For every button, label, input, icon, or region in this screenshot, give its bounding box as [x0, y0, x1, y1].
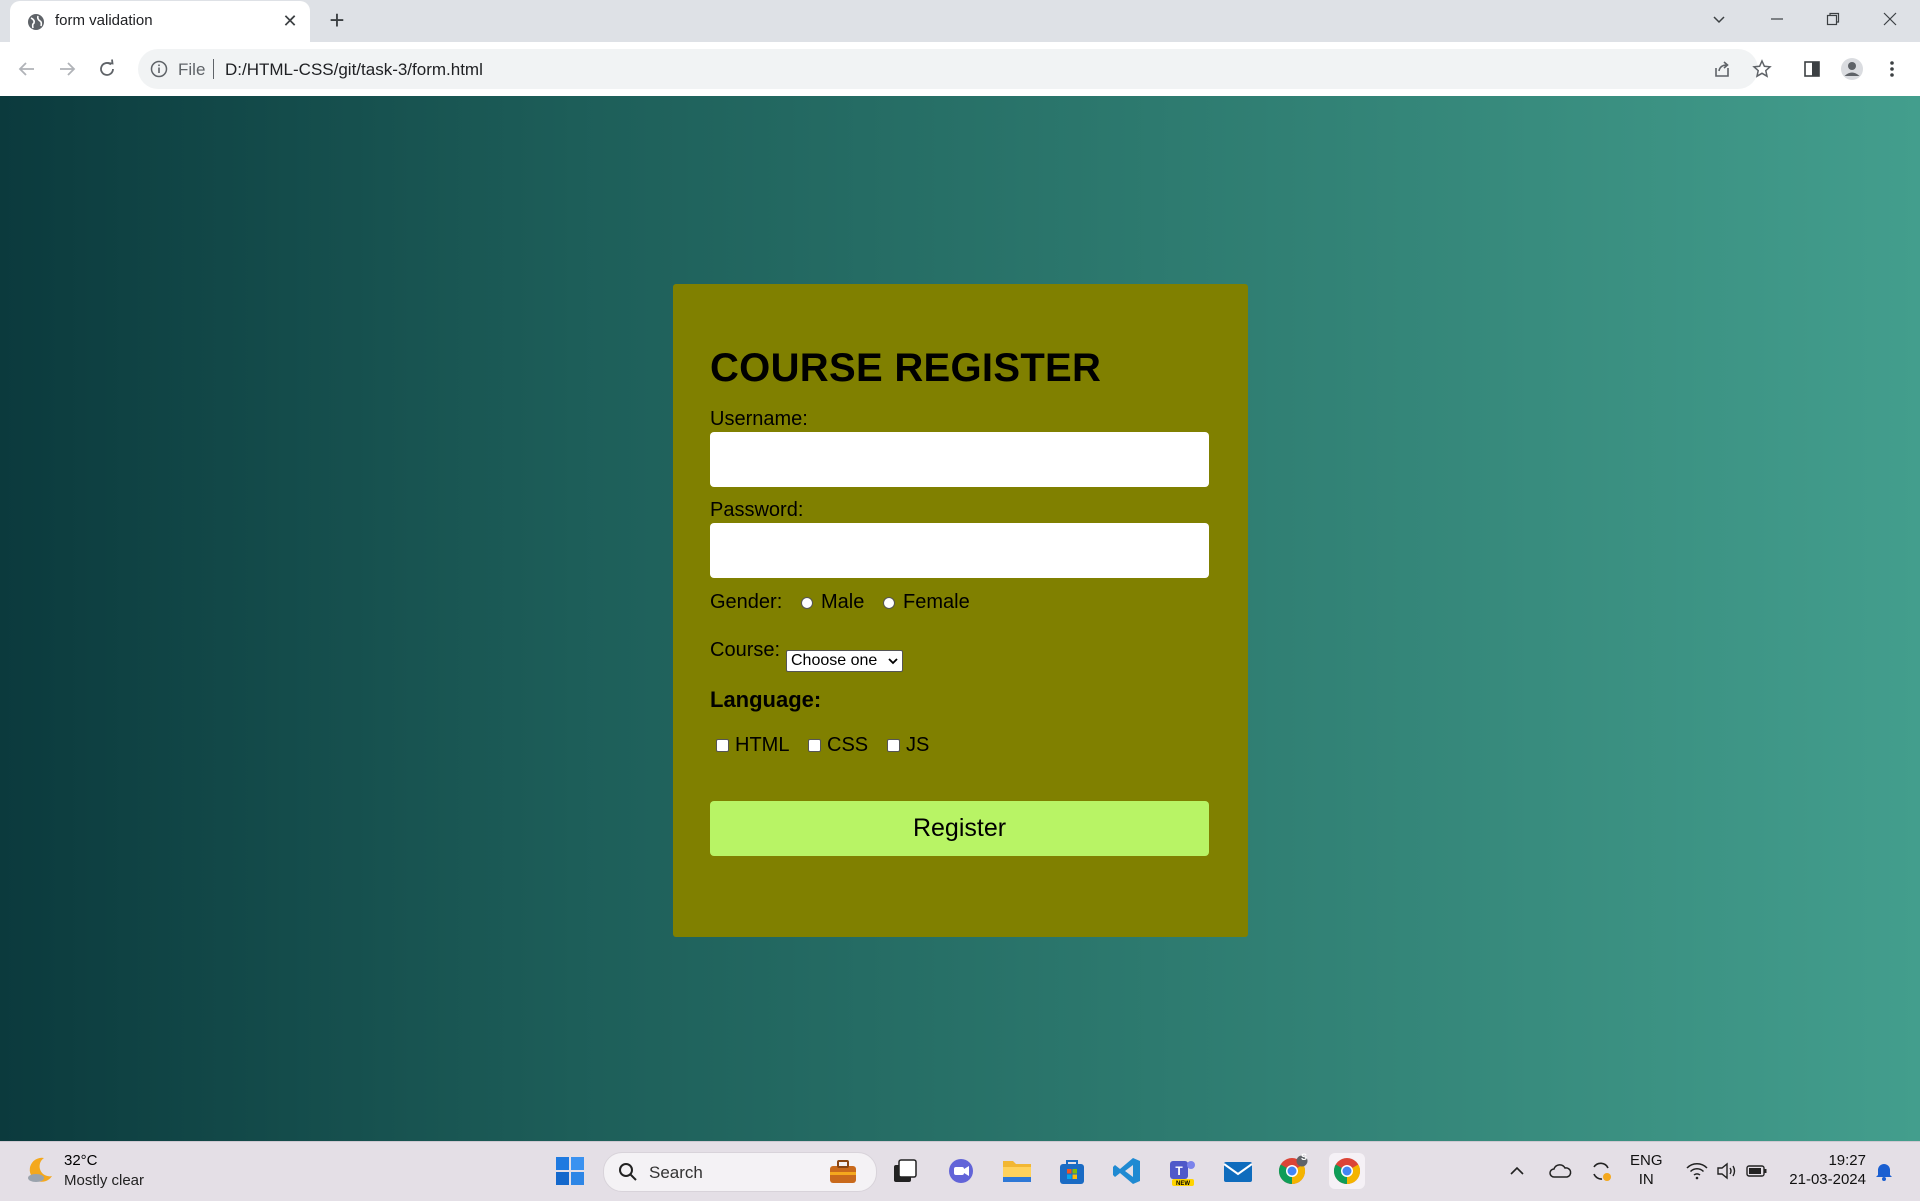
microsoft-store-icon[interactable] [1054, 1153, 1090, 1189]
address-separator [213, 59, 214, 79]
svg-text:T: T [1175, 1164, 1183, 1178]
register-form-card: COURSE REGISTER Username: Password: Gend… [673, 284, 1248, 937]
tray-overflow-chevron-icon[interactable] [1505, 1153, 1529, 1189]
reload-button[interactable] [92, 54, 122, 84]
bookmark-star-icon[interactable] [1748, 55, 1776, 83]
browser-toolbar: File D:/HTML-CSS/git/task-3/form.html [0, 42, 1920, 97]
gender-label: Gender: [710, 591, 783, 613]
vscode-icon[interactable] [1109, 1153, 1145, 1189]
back-button[interactable] [12, 54, 42, 84]
briefcase-icon [830, 1160, 856, 1183]
password-input[interactable] [710, 523, 1209, 578]
course-selected-value: Choose one [791, 652, 878, 669]
weather-description[interactable]: Mostly clear [64, 1172, 144, 1189]
address-url[interactable]: D:/HTML-CSS/git/task-3/form.html [225, 60, 483, 80]
language-css-checkbox[interactable] [808, 739, 821, 752]
chevron-down-icon [888, 658, 898, 665]
tab-close-icon[interactable]: ✕ [280, 11, 300, 31]
globe-icon [28, 14, 44, 30]
language-css-label[interactable]: CSS [827, 734, 868, 757]
input-language[interactable]: ENG IN [1630, 1152, 1663, 1188]
language-html-label[interactable]: HTML [735, 734, 789, 757]
username-input[interactable] [710, 432, 1209, 487]
gender-female-label[interactable]: Female [903, 591, 970, 614]
username-label: Username: [710, 408, 808, 430]
svg-text:NEW: NEW [1176, 1181, 1190, 1187]
meet-chat-icon[interactable] [943, 1153, 979, 1189]
wifi-icon[interactable] [1683, 1153, 1711, 1189]
battery-icon[interactable] [1743, 1153, 1771, 1189]
file-explorer-icon[interactable] [999, 1153, 1035, 1189]
close-window-icon[interactable] [1862, 0, 1918, 38]
gender-male-radio[interactable] [801, 597, 813, 609]
share-icon[interactable] [1708, 55, 1736, 83]
address-scheme: File [178, 60, 206, 79]
language-label: Language: [710, 687, 822, 712]
new-tab-button[interactable]: + [323, 7, 351, 33]
taskbar: 32°C Mostly clear Search T NEW S ENG IN … [0, 1141, 1920, 1201]
taskbar-search[interactable]: Search [603, 1152, 877, 1192]
volume-icon[interactable] [1713, 1153, 1741, 1189]
profile-avatar-icon[interactable] [1838, 55, 1866, 83]
browser-tab-strip: form validation ✕ + [0, 0, 1920, 42]
restore-icon[interactable] [1805, 0, 1861, 38]
language-js-checkbox[interactable] [887, 739, 900, 752]
notification-bell-icon[interactable] [1870, 1153, 1898, 1189]
gender-male-label[interactable]: Male [821, 591, 864, 614]
browser-tab[interactable]: form validation ✕ [10, 1, 310, 42]
forward-button[interactable] [52, 54, 82, 84]
address-bar[interactable]: File D:/HTML-CSS/git/task-3/form.html [138, 49, 1758, 89]
minimize-icon[interactable] [1749, 0, 1805, 38]
chrome-profile-icon[interactable]: S [1274, 1152, 1310, 1189]
mail-icon[interactable] [1220, 1153, 1256, 1189]
tab-search-chevron-icon[interactable] [1691, 0, 1747, 38]
gender-female-radio[interactable] [883, 597, 895, 609]
kebab-menu-icon[interactable] [1878, 55, 1906, 83]
weather-moon-icon[interactable] [24, 1154, 56, 1186]
input-language-code: ENG [1630, 1152, 1663, 1169]
info-icon[interactable] [150, 60, 168, 78]
page-background: COURSE REGISTER Username: Password: Gend… [0, 96, 1920, 1141]
clock-date: 21-03-2024 [1789, 1171, 1866, 1188]
sync-icon[interactable] [1587, 1153, 1615, 1189]
chrome-profile-badge: S [1301, 1152, 1308, 1162]
task-view-icon[interactable] [887, 1153, 923, 1189]
teams-icon[interactable]: T NEW [1164, 1153, 1200, 1189]
search-icon [619, 1163, 637, 1181]
course-select[interactable]: Choose one [786, 650, 903, 672]
clock-time: 19:27 [1828, 1152, 1866, 1169]
side-panel-icon[interactable] [1798, 55, 1826, 83]
language-html-checkbox[interactable] [716, 739, 729, 752]
weather-temperature[interactable]: 32°C [64, 1152, 98, 1169]
input-language-region: IN [1638, 1171, 1654, 1188]
tab-title: form validation [55, 12, 153, 29]
register-button[interactable]: Register [710, 801, 1209, 856]
onedrive-cloud-icon[interactable] [1546, 1153, 1574, 1189]
clock[interactable]: 19:27 21-03-2024 [1786, 1152, 1866, 1188]
chrome-active-icon[interactable] [1329, 1153, 1365, 1189]
form-title: COURSE REGISTER [710, 346, 1102, 390]
search-placeholder: Search [649, 1163, 703, 1182]
password-label: Password: [710, 499, 804, 521]
course-label: Course: [710, 639, 781, 661]
language-js-label[interactable]: JS [906, 734, 929, 757]
windows-start-icon[interactable] [552, 1153, 588, 1189]
